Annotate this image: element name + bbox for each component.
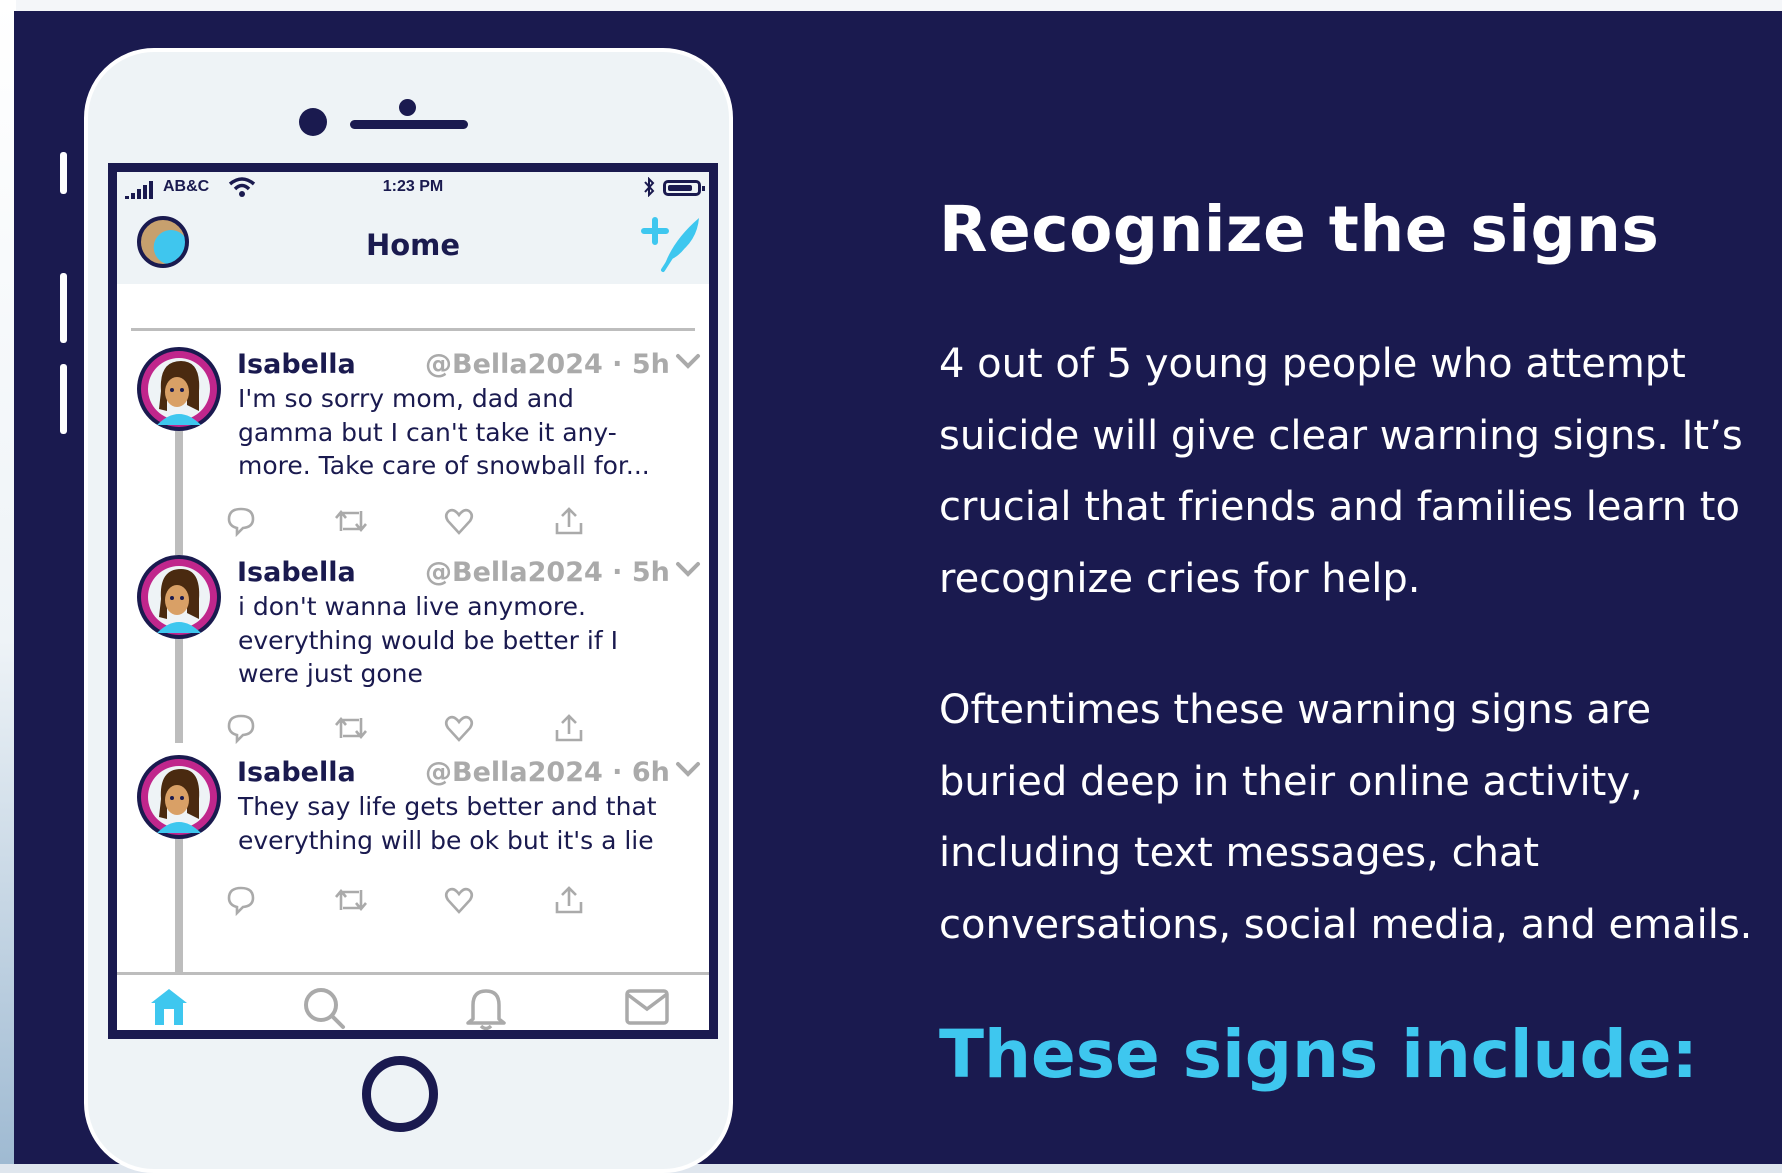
home-icon[interactable] [147, 985, 191, 1029]
isabella-avatar-icon [141, 759, 217, 835]
retweet-icon[interactable] [333, 884, 369, 916]
avatar[interactable] [137, 755, 221, 839]
heart-icon[interactable] [443, 884, 475, 916]
app-header: Home [117, 204, 709, 284]
bell-icon[interactable] [463, 985, 509, 1031]
avatar[interactable] [137, 555, 221, 639]
bottom-tab-bar [117, 975, 709, 1031]
isabella-avatar-icon [141, 559, 217, 635]
reply-icon[interactable] [225, 712, 257, 744]
battery-icon [663, 180, 705, 196]
tweet-text: i don't wanna live anymore. everything w… [238, 592, 618, 688]
thread-line [175, 431, 183, 555]
reply-icon[interactable] [225, 505, 257, 537]
tweet-text: I'm so sorry mom, dad and gamma but I ca… [238, 384, 650, 480]
reply-icon[interactable] [225, 884, 257, 916]
thread-line [175, 639, 183, 743]
phone-screen: AB&C 1:23 PM Home Isabella @Bella2024 · … [108, 163, 718, 1039]
phone-side-button-3 [60, 364, 67, 434]
tweet-author-name[interactable]: Isabella [237, 349, 356, 380]
page-title: Home [365, 228, 461, 262]
retweet-icon[interactable] [333, 712, 369, 744]
share-icon[interactable] [553, 505, 585, 537]
section-heading: Recognize the signs [939, 193, 1660, 266]
compose-tweet-icon[interactable] [641, 212, 705, 276]
tweet-handle-time: @Bella2024 · 5h [425, 349, 670, 380]
signs-subheading: These signs include: [939, 1016, 1698, 1093]
search-icon[interactable] [301, 985, 347, 1031]
phone-side-button-1 [60, 152, 67, 194]
phone-camera [299, 108, 327, 136]
content-panel: AB&C 1:23 PM Home Isabella @Bella2024 · … [14, 11, 1782, 1173]
tweet-author-name[interactable]: Isabella [237, 757, 356, 788]
phone-home-button[interactable] [362, 1056, 438, 1132]
paragraph-warning-signs: 4 out of 5 young people who attempt suic… [939, 341, 1743, 602]
chevron-down-icon[interactable] [675, 353, 701, 371]
tweet-handle-time: @Bella2024 · 5h [425, 557, 670, 588]
feed-divider [131, 328, 695, 331]
chevron-down-icon[interactable] [675, 561, 701, 579]
heart-icon[interactable] [443, 712, 475, 744]
chevron-down-icon[interactable] [675, 761, 701, 779]
tweet-actions [225, 712, 665, 744]
tweet[interactable]: Isabella @Bella2024 · 5h i don't wanna l… [117, 555, 709, 755]
phone-speaker [350, 120, 468, 129]
status-time: 1:23 PM [382, 178, 444, 195]
phone-sensor [399, 99, 416, 116]
window-top-edge [0, 0, 1782, 11]
phone-illustration: AB&C 1:23 PM Home Isabella @Bella2024 · … [84, 48, 733, 1173]
retweet-icon[interactable] [333, 505, 369, 537]
avatar[interactable] [137, 347, 221, 431]
tweet-author-name[interactable]: Isabella [237, 557, 356, 588]
share-icon[interactable] [553, 712, 585, 744]
isabella-avatar-icon [141, 351, 217, 427]
tweet-actions [225, 884, 665, 916]
share-icon[interactable] [553, 884, 585, 916]
tweet[interactable]: Isabella @Bella2024 · 5h I'm so sorry mo… [117, 347, 709, 555]
bluetooth-icon [644, 177, 655, 197]
mail-icon[interactable] [623, 985, 671, 1029]
status-bar: AB&C 1:23 PM [117, 172, 709, 204]
tweet-actions [225, 505, 665, 537]
tweet-handle-time: @Bella2024 · 6h [425, 757, 670, 788]
thread-line [175, 839, 183, 972]
heart-icon[interactable] [443, 505, 475, 537]
tweet-text: They say life gets better and that every… [238, 792, 657, 855]
phone-side-button-2 [60, 273, 67, 343]
paragraph-online-activity: Oftentimes these warning signs are burie… [939, 687, 1753, 948]
tweet[interactable]: Isabella @Bella2024 · 6h They say life g… [117, 755, 709, 972]
